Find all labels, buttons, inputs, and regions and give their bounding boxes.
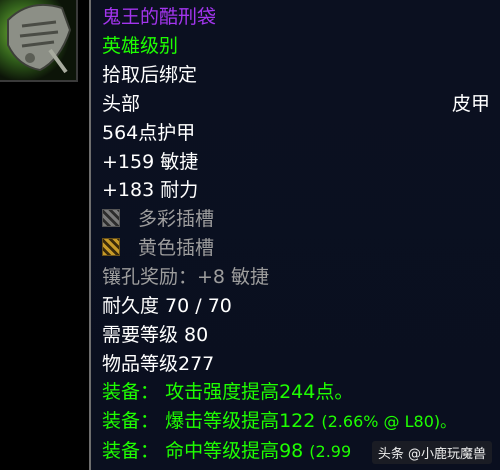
helmet-icon [0, 0, 76, 80]
item-icon[interactable] [0, 0, 78, 82]
stat-agility: +159 敏捷 [102, 151, 199, 173]
equip-extra: (2.66% @ L80)。 [321, 412, 457, 431]
equip-line: 装备： 攻击强度提高244点。 [102, 380, 494, 404]
equip-prefix: 装备： [102, 440, 160, 462]
equip-extra: (2.99 [309, 442, 352, 461]
bind-type: 拾取后绑定 [102, 64, 198, 86]
item-tooltip: 鬼王的酷刑袋 英雄级别 拾取后绑定 头部 皮甲 564点护甲 +159 敏捷 +… [89, 0, 500, 470]
armor-value: 564点护甲 [102, 122, 196, 144]
durability: 耐久度 70 / 70 [102, 295, 232, 317]
item-quality: 英雄级别 [102, 35, 179, 57]
socket-yellow: 黄色插槽 [102, 236, 494, 260]
equip-line: 装备： 爆击等级提高122 (2.66% @ L80)。 [102, 409, 494, 434]
equip-prefix: 装备： [102, 381, 160, 403]
socket-label: 黄色插槽 [138, 237, 215, 259]
item-name: 鬼王的酷刑袋 [102, 6, 217, 28]
equip-text: 爆击等级提高122 [165, 410, 316, 432]
stat-stamina: +183 耐力 [102, 179, 199, 201]
equip-text: 攻击强度提高244点。 [165, 381, 354, 403]
watermark: 头条 @小鹿玩魔兽 [371, 441, 492, 464]
item-slot: 头部 [102, 93, 141, 115]
socket-prismatic: 多彩插槽 [102, 207, 494, 231]
socket-bonus: 镶孔奖励：+8 敏捷 [102, 266, 270, 288]
required-level: 需要等级 80 [102, 324, 209, 346]
slot-row: 头部 皮甲 [102, 92, 494, 116]
yellow-socket-icon [102, 238, 120, 256]
equip-prefix: 装备： [102, 410, 160, 432]
socket-label: 多彩插槽 [138, 208, 215, 230]
equip-text: 命中等级提高98 [165, 440, 304, 462]
item-level: 物品等级277 [102, 353, 215, 375]
prismatic-socket-icon [102, 209, 120, 227]
armor-type: 皮甲 [451, 93, 490, 115]
